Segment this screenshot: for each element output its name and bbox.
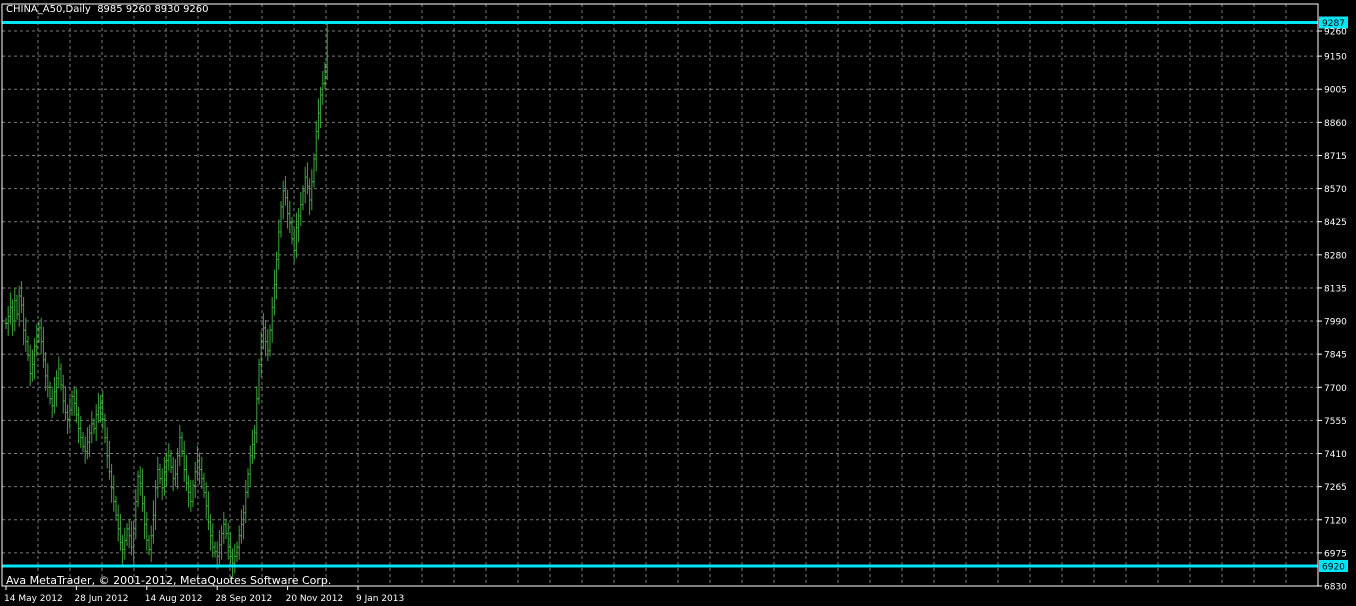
price-bars xyxy=(4,20,329,579)
x-tick-label: 14 Aug 2012 xyxy=(145,594,203,604)
time-axis: 14 May 2012 28 Jun 2012 14 Aug 2012 28 Sep … xyxy=(4,586,404,604)
y-tick-label: 7265 xyxy=(1324,483,1347,493)
y-tick-label: 8570 xyxy=(1324,185,1347,195)
copyright-text: Ava MetaTrader, © 2001-2012, MetaQuotes … xyxy=(6,574,332,587)
x-tick-label: 28 Jun 2012 xyxy=(74,594,128,604)
chart-frame xyxy=(1,3,1319,587)
chart-grid xyxy=(2,4,1318,587)
y-tick-label: 6830 xyxy=(1324,583,1347,593)
y-tick-label: 8425 xyxy=(1324,218,1347,228)
ohlc-values: 8985 9260 8930 9260 xyxy=(97,4,209,15)
y-tick-label: 8860 xyxy=(1324,119,1347,129)
y-tick-label: 8135 xyxy=(1324,284,1347,294)
symbol-info: CHINA_A50,Daily 8985 9260 8930 9260 xyxy=(6,4,209,15)
hline-tag-label: 6920 xyxy=(1322,563,1345,573)
y-tick-label: 7120 xyxy=(1324,516,1347,526)
y-tick-label: 7700 xyxy=(1324,384,1347,394)
price-axis: 9260 9150 9005 8860 8715 8570 8425 8280 8135 7990… xyxy=(1318,28,1347,593)
y-tick-label: 8280 xyxy=(1324,251,1347,261)
y-tick-label: 7410 xyxy=(1324,450,1347,460)
x-tick-label: 20 Nov 2012 xyxy=(286,594,344,604)
y-tick-label: 7845 xyxy=(1324,351,1347,361)
y-tick-label: 9150 xyxy=(1324,53,1347,63)
plot-border xyxy=(1,3,1319,587)
y-tick-label: 8715 xyxy=(1324,152,1347,162)
x-tick-label: 14 May 2012 xyxy=(4,594,63,604)
y-tick-label: 9260 xyxy=(1324,28,1347,38)
x-tick-label: 9 Jan 2013 xyxy=(356,594,404,604)
y-tick-label: 7990 xyxy=(1324,318,1347,328)
x-tick-label: 28 Sep 2012 xyxy=(215,594,272,604)
y-tick-label: 6975 xyxy=(1324,549,1347,559)
price-chart[interactable]: 92876920 9260915090058860871585708425828… xyxy=(0,0,1356,606)
y-tick-label: 9005 xyxy=(1324,86,1347,96)
y-tick-label: 7555 xyxy=(1324,417,1347,427)
symbol-label: CHINA_A50,Daily xyxy=(6,4,91,15)
